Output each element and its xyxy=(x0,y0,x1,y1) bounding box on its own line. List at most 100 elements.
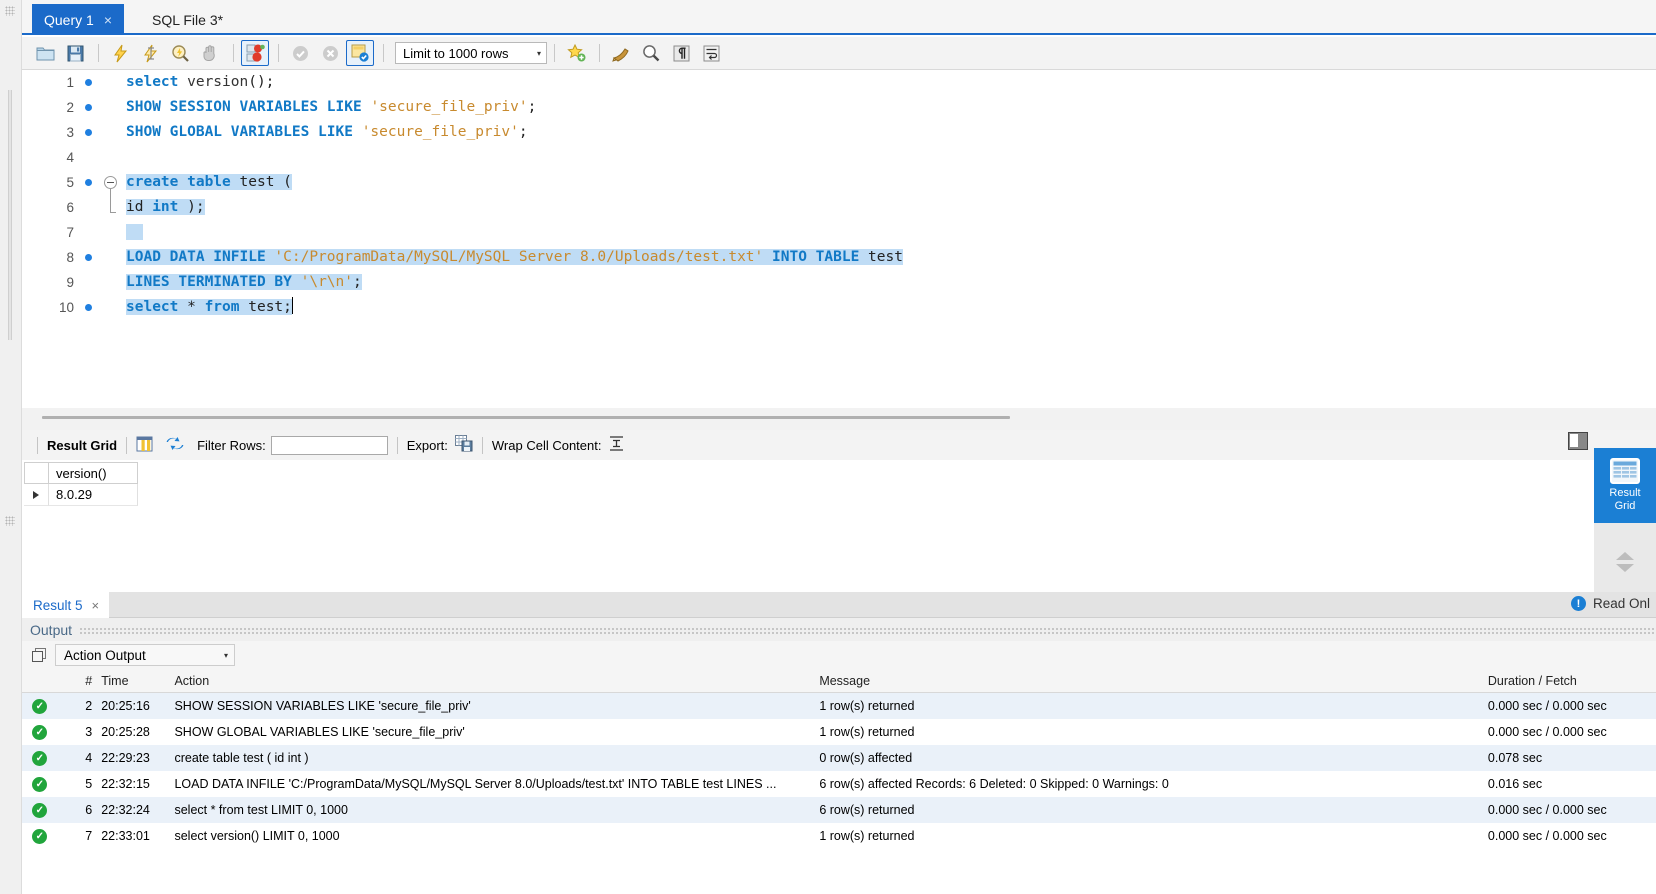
result-grid-column-version[interactable]: version() xyxy=(48,462,138,484)
open-sql-script-button[interactable] xyxy=(31,40,59,66)
table-row[interactable]: ✓ 5 22:32:15 LOAD DATA INFILE 'C:/ProgramDa… xyxy=(22,771,1656,797)
close-icon[interactable]: × xyxy=(104,13,112,27)
tab-query-1-label: Query 1 xyxy=(44,11,94,28)
execute-current-statement-button[interactable] xyxy=(136,40,164,66)
sql-editor-toolbar: Limit to 1000 rows ▾ xyxy=(22,37,1656,70)
row-status: ✓ xyxy=(22,724,58,740)
pilcrow-icon xyxy=(673,45,689,61)
code-text: id int ); xyxy=(126,199,205,215)
side-panel-scroll-controls[interactable] xyxy=(1594,526,1656,598)
result-grid-background xyxy=(22,460,1496,592)
result-grid-header-row: version() xyxy=(24,462,138,484)
result-tabstrip: Result 5 × ! Read Onl xyxy=(22,592,1656,618)
success-icon: ✓ xyxy=(32,802,48,818)
refresh-button[interactable] xyxy=(166,436,184,454)
output-type-dropdown[interactable]: Action Output ▾ xyxy=(55,644,235,666)
row-limit-label: Limit to 1000 rows xyxy=(403,45,509,61)
row-marker-cell[interactable] xyxy=(24,484,48,506)
grid-view-button[interactable] xyxy=(136,436,153,455)
execute-statement-button[interactable] xyxy=(106,40,134,66)
table-row[interactable]: ✓ 7 22:33:01 select version() LIMIT 0, 1000… xyxy=(22,823,1656,849)
wrap-cell-content-button[interactable] xyxy=(609,436,624,454)
chevron-down-icon[interactable] xyxy=(1616,564,1634,572)
filter-rows-input[interactable] xyxy=(270,435,388,455)
toggle-autocommit-button[interactable] xyxy=(346,40,374,66)
cell-message: 6 row(s) returned xyxy=(819,803,915,817)
statement-marker-icon xyxy=(85,104,92,111)
find-button[interactable] xyxy=(637,40,665,66)
toggle-invisible-chars-button[interactable] xyxy=(667,40,695,66)
toggle-stop-on-error-button[interactable] xyxy=(241,40,269,66)
code-line[interactable]: 2 SHOW SESSION VARIABLES LIKE 'secure_fil… xyxy=(22,95,1656,120)
save-snippet-button[interactable] xyxy=(562,40,590,66)
chevron-up-icon[interactable] xyxy=(1616,552,1634,560)
star-plus-icon xyxy=(566,44,585,62)
line-number: 9 xyxy=(66,275,74,290)
wrap-cell-icon xyxy=(610,436,624,451)
rt-separator-0 xyxy=(37,436,38,454)
code-line[interactable]: 9 LINES TERMINATED BY '\r\n'; xyxy=(22,270,1656,295)
code-line[interactable]: 1 select version(); xyxy=(22,70,1656,95)
chevron-down-icon[interactable]: ▾ xyxy=(224,651,228,660)
check-gray-icon xyxy=(292,45,308,61)
beautify-query-button[interactable] xyxy=(607,40,635,66)
statement-marker-icon xyxy=(85,129,92,136)
explain-statement-button[interactable] xyxy=(166,40,194,66)
output-selector-bar: Action Output ▾ xyxy=(22,641,1656,669)
row-limit-dropdown[interactable]: Limit to 1000 rows ▾ xyxy=(395,42,547,64)
stop-script-button[interactable] xyxy=(196,40,224,66)
folder-icon xyxy=(36,47,54,60)
action-output-header-row: # Time Action Message Duration / Fetch xyxy=(22,669,1656,693)
magnifier-icon xyxy=(643,45,660,62)
result-grid-label: Result Grid xyxy=(47,437,118,453)
code-line[interactable]: 3 SHOW GLOBAL VARIABLES LIKE 'secure_file… xyxy=(22,120,1656,145)
close-icon[interactable]: × xyxy=(92,598,100,613)
save-sql-script-button[interactable] xyxy=(61,40,89,66)
table-row[interactable]: 8.0.29 xyxy=(24,484,138,506)
tab-result-5[interactable]: Result 5 × xyxy=(22,592,110,618)
cell-duration: 0.000 sec / 0.000 sec xyxy=(1487,803,1607,817)
output-panel-header: Output xyxy=(22,618,1656,641)
success-icon: ✓ xyxy=(32,724,48,740)
commit-button[interactable] xyxy=(286,40,314,66)
floppy-icon xyxy=(67,45,83,61)
code-line[interactable]: 10 select * from test; xyxy=(22,295,1656,320)
fold-guide-end xyxy=(110,212,116,213)
toggle-sidebar-button[interactable] xyxy=(1568,432,1588,450)
cell-number: 2 xyxy=(85,699,93,713)
mysql-workbench-window: Query 1 × SQL File 3* Limit to 1000 rows… xyxy=(0,0,1656,894)
code-line[interactable]: 5 create table test ( xyxy=(22,170,1656,195)
result-grid-table[interactable]: version() 8.0.29 xyxy=(24,462,138,506)
tab-query-1[interactable]: Query 1 × xyxy=(32,4,124,35)
tab-sql-file-3[interactable]: SQL File 3* xyxy=(140,4,235,35)
editor-results-splitter[interactable] xyxy=(22,408,1656,430)
sql-code-area[interactable]: 1 select version(); 2 SHOW SESSION VARIABLE… xyxy=(22,70,1656,320)
cell-message: 1 row(s) returned xyxy=(819,699,915,713)
success-icon: ✓ xyxy=(32,698,48,714)
copy-icon[interactable] xyxy=(32,647,47,663)
code-line[interactable]: 7 xyxy=(22,220,1656,245)
cell-time: 22:32:15 xyxy=(101,777,150,791)
cell-time: 20:25:16 xyxy=(101,699,150,713)
table-row[interactable]: ✓ 2 20:25:16 SHOW SESSION VARIABLES LIKE 's… xyxy=(22,693,1656,719)
gutter-grip-top xyxy=(5,6,15,16)
toolbar-separator-5 xyxy=(554,44,555,62)
table-row[interactable]: ✓ 4 22:29:23 create table test ( id int ) 0 … xyxy=(22,745,1656,771)
toolbar-separator-2 xyxy=(233,44,234,62)
rollback-button[interactable] xyxy=(316,40,344,66)
toggle-wrapping-button[interactable] xyxy=(697,40,725,66)
table-row[interactable]: ✓ 3 20:25:28 SHOW GLOBAL VARIABLES LIKE 'se… xyxy=(22,719,1656,745)
code-line[interactable]: 6 id int ); xyxy=(22,195,1656,220)
chevron-down-icon[interactable]: ▾ xyxy=(537,49,541,58)
gutter-divider-upper[interactable] xyxy=(8,90,12,340)
side-panel-item-result-grid[interactable]: Result Grid xyxy=(1585,448,1656,523)
fold-collapse-icon[interactable] xyxy=(104,176,117,189)
code-line[interactable]: 8 LOAD DATA INFILE 'C:/ProgramData/MySQL/… xyxy=(22,245,1656,270)
splitter-handle[interactable] xyxy=(42,416,1010,419)
export-button[interactable] xyxy=(454,435,473,455)
sql-editor[interactable]: 1 select version(); 2 SHOW SESSION VARIABLE… xyxy=(22,70,1656,408)
table-row[interactable]: ✓ 6 22:32:24 select * from test LIMIT 0, 10… xyxy=(22,797,1656,823)
cell-version-value[interactable]: 8.0.29 xyxy=(48,484,138,506)
code-line[interactable]: 4 xyxy=(22,145,1656,170)
read-only-label: Read Onl xyxy=(1592,596,1650,611)
